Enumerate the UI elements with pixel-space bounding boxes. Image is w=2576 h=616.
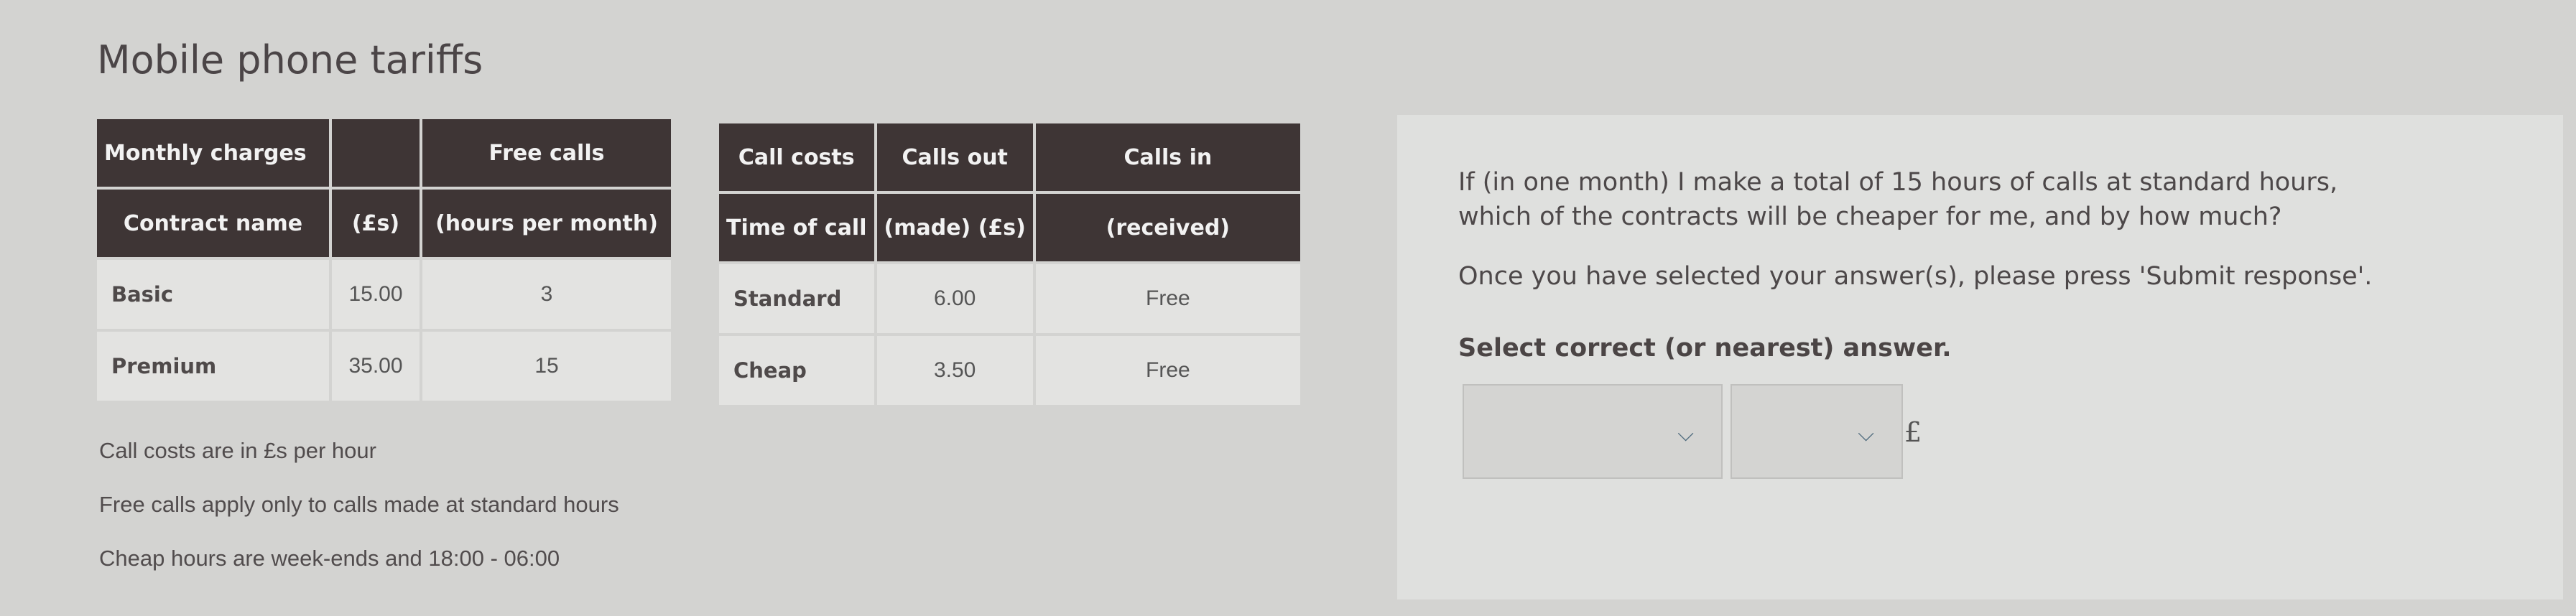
header-blank: [332, 119, 420, 187]
instruction-text: Once you have selected your answer(s), p…: [1458, 262, 2373, 291]
note-call-costs: Call costs are in £s per hour: [99, 438, 376, 463]
calls-in-cost: Free: [1035, 336, 1300, 405]
header-received: (received): [1035, 194, 1300, 261]
header-contract-name: Contract name: [97, 190, 329, 257]
header-row: Call costs Calls out Calls in: [719, 123, 1300, 191]
table-notes: Call costs are in £s per hour Free calls…: [99, 438, 619, 599]
contract-name: Basic: [97, 260, 329, 329]
note-free-calls: Free calls apply only to calls made at s…: [99, 492, 619, 517]
monthly-charge: 35.00: [332, 332, 420, 401]
header-free-calls: Free calls: [422, 119, 671, 187]
table-row: Standard 6.00 Free: [719, 264, 1300, 333]
calls-out-cost: 6.00: [876, 264, 1033, 333]
header-row: Monthly charges Free calls: [97, 119, 671, 187]
free-hours: 15: [422, 332, 671, 401]
table-row: Cheap 3.50 Free: [719, 336, 1300, 405]
question-text: If (in one month) I make a total of 15 h…: [1458, 165, 2338, 234]
question-panel: If (in one month) I make a total of 15 h…: [1397, 115, 2563, 599]
note-cheap-hours: Cheap hours are week-ends and 18:00 - 06…: [99, 546, 560, 571]
header-row: Time of call (made) (£s) (received): [719, 194, 1300, 261]
header-row: Contract name (£s) (hours per month): [97, 190, 671, 257]
monthly-charge: 15.00: [332, 260, 420, 329]
header-call-costs: Call costs: [719, 123, 874, 191]
header-made-pounds: (made) (£s): [876, 194, 1033, 261]
free-hours: 3: [422, 260, 671, 329]
calls-in-cost: Free: [1035, 264, 1300, 333]
question-line-2: which of the contracts will be cheaper f…: [1458, 202, 2282, 231]
question-line-1: If (in one month) I make a total of 15 h…: [1458, 168, 2338, 197]
contract-dropdown[interactable]: ⌵: [1463, 384, 1723, 479]
table-row: Premium 35.00 15: [97, 332, 671, 401]
call-costs-table: Call costs Calls out Calls in Time of ca…: [716, 121, 1303, 408]
header-monthly-charges: Monthly charges: [97, 119, 329, 187]
table-row: Basic 15.00 3: [97, 260, 671, 329]
time-of-call: Standard: [719, 264, 874, 333]
chevron-down-icon: ⌵: [1858, 421, 1874, 447]
header-hours-per-month: (hours per month): [422, 190, 671, 257]
calls-out-cost: 3.50: [876, 336, 1033, 405]
header-calls-out: Calls out: [876, 123, 1033, 191]
monthly-charges-table: Monthly charges Free calls Contract name…: [94, 116, 674, 403]
time-of-call: Cheap: [719, 336, 874, 405]
header-calls-in: Calls in: [1035, 123, 1300, 191]
header-time-of-call: Time of call: [719, 194, 874, 261]
chevron-down-icon: ⌵: [1677, 421, 1694, 447]
header-pounds: (£s): [332, 190, 420, 257]
currency-suffix: £: [1904, 416, 1922, 448]
contract-name: Premium: [97, 332, 329, 401]
page-title: Mobile phone tariffs: [97, 37, 483, 83]
select-answer-label: Select correct (or nearest) answer.: [1458, 334, 1952, 363]
amount-dropdown[interactable]: ⌵: [1731, 384, 1903, 479]
